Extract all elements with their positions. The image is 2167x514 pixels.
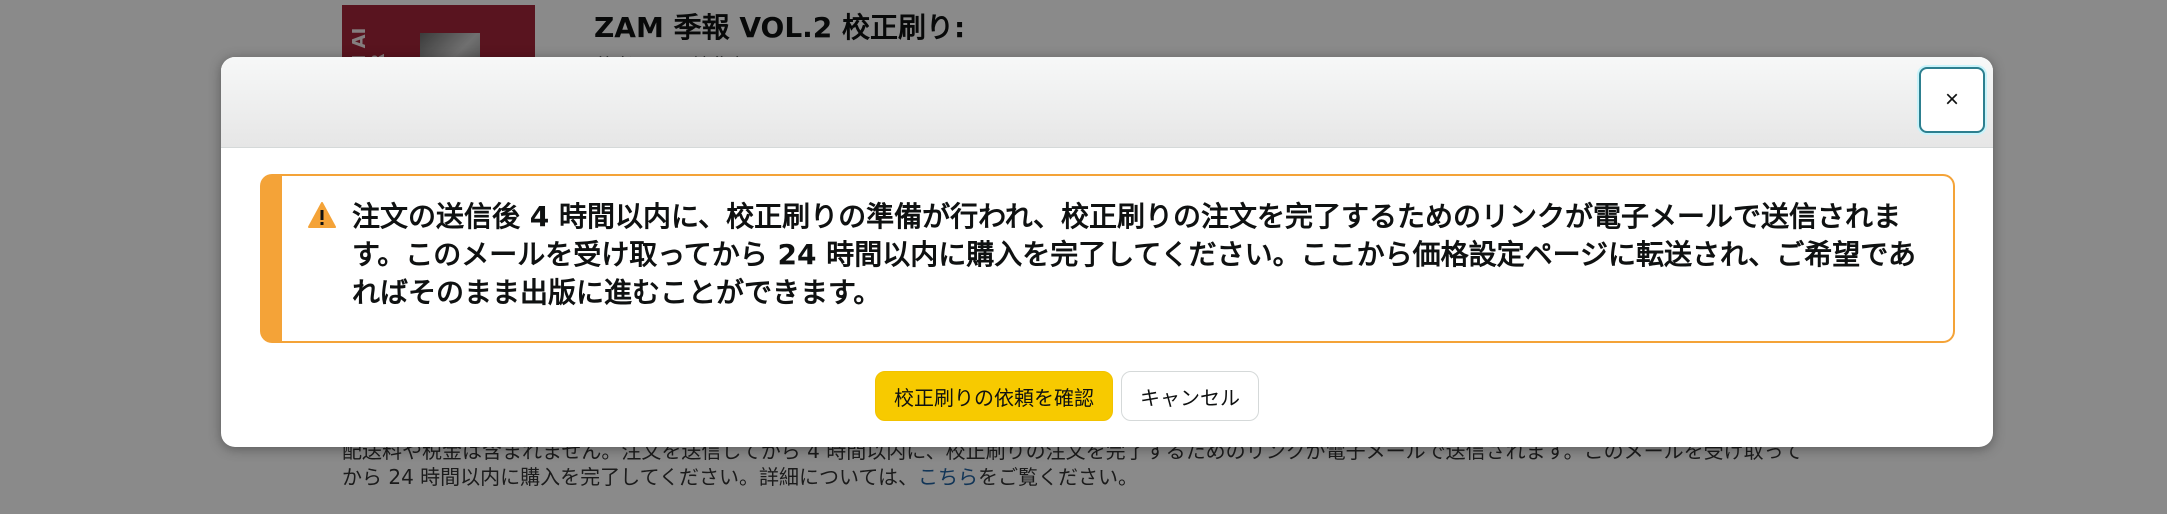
close-button[interactable]: × [1919,67,1985,133]
cancel-button[interactable]: キャンセル [1121,371,1259,421]
modal-header: × [221,57,1993,148]
warning-alert: 注文の送信後 4 時間以内に、校正刷りの準備が行われ、校正刷りの注文を完了するた… [260,174,1955,343]
proof-confirm-modal: × 注文の送信後 4 時間以内に、校正刷りの準備が行われ、校正刷りの注文を完了す… [221,57,1993,447]
warning-icon [308,202,336,228]
alert-message: 注文の送信後 4 時間以内に、校正刷りの準備が行われ、校正刷りの注文を完了するた… [352,200,1917,309]
confirm-proof-request-button[interactable]: 校正刷りの依頼を確認 [875,371,1113,421]
close-icon: × [1944,86,1959,113]
modal-actions: 校正刷りの依頼を確認 キャンセル [221,371,1993,423]
